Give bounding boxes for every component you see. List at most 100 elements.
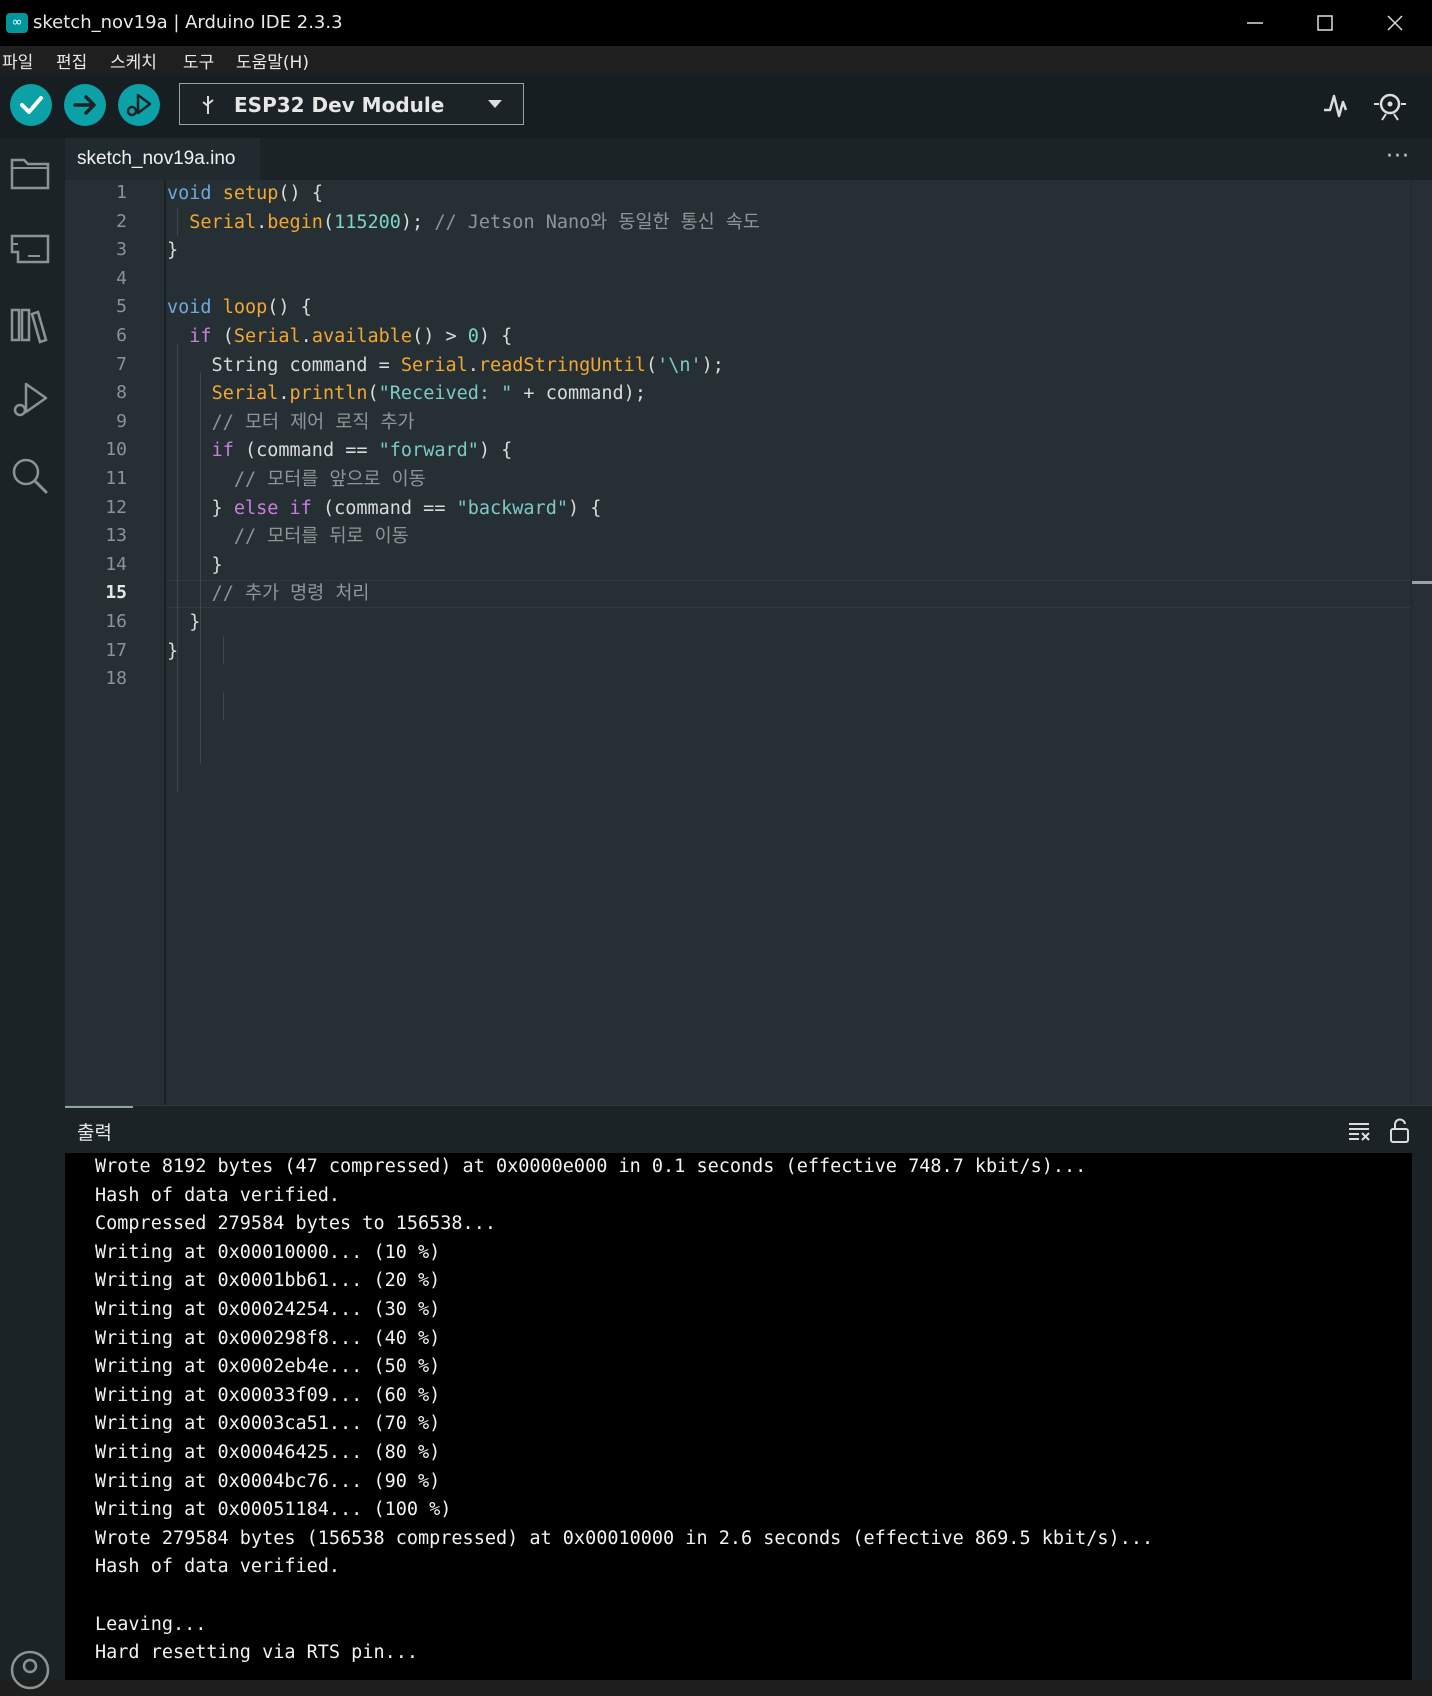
board-name: ESP32 Dev Module: [234, 93, 445, 117]
chevron-down-icon: [488, 100, 502, 108]
output-title[interactable]: 출력: [77, 1118, 112, 1145]
output-line: Writing at 0x0002eb4e... (50 %): [95, 1356, 441, 1377]
code-line: }: [167, 641, 179, 662]
window-title: sketch_nov19a | Arduino IDE 2.3.3: [33, 12, 343, 33]
line-number: 18: [105, 668, 127, 689]
clear-list-icon: [1349, 1123, 1370, 1141]
code-line: void loop() {: [167, 297, 312, 318]
serial-plotter-button[interactable]: [1316, 84, 1356, 124]
code-editor[interactable]: 1 2 3 4 5 6 7 8 9 10 11 12 13 14 15 16 17 18 void setup()…: [65, 180, 1432, 1105]
check-icon: [20, 96, 43, 114]
code-line: if (Serial.available() > 0) {: [189, 326, 513, 347]
output-line: Wrote 8192 bytes (47 compressed) at 0x00…: [95, 1156, 1087, 1177]
maximize-button[interactable]: [1290, 0, 1360, 46]
board-selector[interactable]: ESP32 Dev Module: [179, 83, 524, 125]
serial-monitor-button[interactable]: [1370, 84, 1410, 124]
close-icon: [1387, 15, 1403, 31]
gutter-divider: [164, 180, 166, 1105]
scroll-position-marker: [1412, 581, 1432, 584]
profile-icon: [10, 1650, 50, 1690]
code-area[interactable]: void setup() { Serial.begin(115200); // …: [167, 180, 1432, 1105]
board-icon: [10, 234, 50, 264]
output-line: Writing at 0x0003ca51... (70 %): [95, 1413, 441, 1434]
output-line: Writing at 0x00024254... (30 %): [95, 1299, 441, 1320]
search-button[interactable]: [8, 454, 52, 498]
code-line: Serial.println("Received: " + command);: [211, 383, 646, 404]
maximize-icon: [1317, 15, 1333, 31]
folder-icon: [10, 158, 50, 190]
sketchbook-button[interactable]: [8, 150, 52, 194]
output-scrollbar[interactable]: [1412, 1153, 1432, 1680]
menu-sketch[interactable]: 스케치: [110, 48, 157, 73]
debug-icon: [126, 93, 152, 117]
boards-manager-button[interactable]: [8, 226, 52, 270]
line-number: 15: [105, 582, 127, 603]
output-console[interactable]: Wrote 8192 bytes (47 compressed) at 0x00…: [65, 1153, 1412, 1680]
output-line: Hash of data verified.: [95, 1556, 341, 1577]
output-line: Writing at 0x00051184... (100 %): [95, 1499, 452, 1520]
scroll-lock-button[interactable]: [1387, 1118, 1413, 1144]
line-number: 8: [116, 382, 127, 403]
line-number: 16: [105, 611, 127, 632]
arrow-right-icon: [73, 95, 96, 115]
line-number: 17: [105, 640, 127, 661]
code-line: void setup() {: [167, 183, 323, 204]
line-number: 9: [116, 411, 127, 432]
line-number: 3: [116, 239, 127, 260]
output-tab-indicator: [65, 1106, 133, 1108]
profile-button[interactable]: [8, 1648, 52, 1692]
menu-edit[interactable]: 편집: [56, 48, 87, 73]
output-line: Hard resetting via RTS pin...: [95, 1642, 419, 1663]
close-button[interactable]: [1360, 0, 1430, 46]
output-line: Writing at 0x00033f09... (60 %): [95, 1385, 441, 1406]
debug-button[interactable]: [118, 84, 160, 126]
line-number: 10: [105, 439, 127, 460]
line-number: 5: [116, 296, 127, 317]
usb-icon: [202, 96, 214, 114]
minimize-button[interactable]: [1220, 0, 1290, 46]
more-options-icon[interactable]: ···: [1386, 144, 1410, 169]
menu-help[interactable]: 도움말(H): [236, 48, 309, 73]
output-line: Hash of data verified.: [95, 1185, 341, 1206]
serial-monitor-icon: [1374, 93, 1406, 121]
output-line: Writing at 0x00046425... (80 %): [95, 1442, 441, 1463]
line-number: 1: [116, 182, 127, 203]
indent-guide: [223, 692, 224, 720]
menu-tools[interactable]: 도구: [183, 48, 214, 73]
code-line: // 모터를 뒤로 이동: [233, 526, 409, 547]
code-line: }: [167, 612, 201, 633]
output-line: Writing at 0x000298f8... (40 %): [95, 1328, 441, 1349]
output-line: Compressed 279584 bytes to 156538...: [95, 1213, 496, 1234]
editor-scrollbar[interactable]: [1411, 180, 1432, 1105]
code-line: Serial.begin(115200); // Jetson Nano와 동일…: [189, 212, 760, 233]
output-line: Writing at 0x0004bc76... (90 %): [95, 1471, 441, 1492]
code-line: } else if (command == "backward") {: [167, 498, 602, 519]
title-bar: ∞ sketch_nov19a | Arduino IDE 2.3.3: [0, 0, 1432, 46]
code-line: }: [167, 240, 179, 261]
tab-bar: sketch_nov19a.ino ···: [65, 138, 1432, 180]
toolbar: ESP32 Dev Module: [0, 76, 1432, 138]
tab-label: sketch_nov19a.ino: [77, 148, 236, 169]
code-line: // 모터 제어 로직 추가: [211, 412, 415, 433]
code-line: // 추가 명령 처리: [211, 583, 370, 604]
output-line: Writing at 0x00010000... (10 %): [95, 1242, 441, 1263]
clear-output-button[interactable]: [1347, 1118, 1373, 1144]
library-icon: [10, 308, 48, 344]
tab-sketch[interactable]: sketch_nov19a.ino: [65, 138, 260, 180]
code-line: String command = Serial.readStringUntil(…: [167, 355, 724, 376]
line-number: 7: [116, 354, 127, 375]
line-number: 4: [116, 268, 127, 289]
output-line: Writing at 0x0001bb61... (20 %): [95, 1270, 441, 1291]
library-manager-button[interactable]: [8, 302, 52, 346]
menu-file[interactable]: 파일: [2, 48, 33, 73]
upload-button[interactable]: [64, 84, 106, 126]
code-line: if (command == "forward") {: [211, 440, 513, 461]
debug-panel-button[interactable]: [8, 378, 52, 422]
output-line: Leaving...: [95, 1614, 207, 1635]
output-header: 출력: [65, 1105, 1432, 1154]
line-number: 13: [105, 525, 127, 546]
code-line: // 모터를 앞으로 이동: [233, 469, 426, 490]
verify-button[interactable]: [10, 84, 52, 126]
serial-plotter-icon: [1324, 94, 1348, 118]
line-number: 11: [105, 468, 127, 489]
